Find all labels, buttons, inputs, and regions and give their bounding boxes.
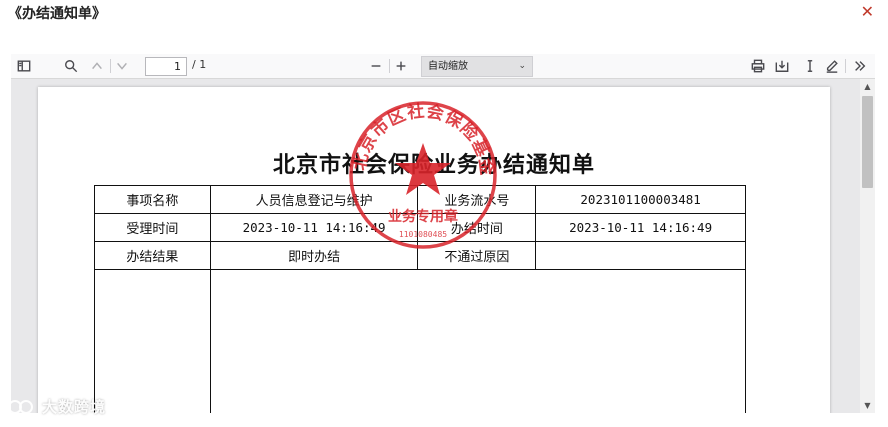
minus-icon[interactable] [367, 57, 385, 75]
scroll-up-icon[interactable]: ▲ [860, 79, 875, 94]
table-cell-label: 不通过原因 [417, 241, 537, 270]
table-cell-empty [209, 269, 747, 413]
table-cell-value: 2023-10-11 14:16:49 [535, 213, 746, 242]
table-cell-value [535, 241, 746, 270]
plus-icon[interactable] [392, 57, 410, 75]
chevron-down-icon[interactable] [113, 57, 131, 75]
zoom-select[interactable]: 自动缩放 ⌄ [421, 56, 533, 77]
dialog-title: 《办结通知单》 [8, 6, 106, 22]
watermark-logo-icon [8, 399, 33, 414]
zoom-value: 自动缩放 [428, 61, 468, 72]
pdf-viewer[interactable]: 北京市社会保险业务办结通知单 事项名称 人员信息登记与维护 业务流水号 2023… [11, 79, 860, 413]
print-icon[interactable] [749, 57, 767, 75]
toolbar-divider [389, 59, 390, 73]
table-cell-label: 事项名称 [94, 185, 211, 214]
search-icon[interactable] [62, 57, 80, 75]
table-cell-label: 受理时间 [94, 213, 211, 242]
sidebar-toggle-icon[interactable] [15, 57, 33, 75]
pen-icon[interactable] [823, 57, 841, 75]
page-number-input[interactable]: 1 [145, 57, 187, 76]
download-icon[interactable] [773, 57, 791, 75]
table-cell-label: 办结结果 [94, 241, 211, 270]
toolbar-divider [110, 59, 111, 73]
close-icon[interactable]: ✕ [861, 2, 874, 22]
table-cell-value: 人员信息登记与维护 [209, 185, 419, 214]
table-row: 受理时间 2023-10-11 14:16:49 办结时间 2023-10-11… [94, 213, 746, 242]
document-title: 北京市社会保险业务办结通知单 [272, 152, 595, 178]
double-chevron-right-icon[interactable] [851, 57, 869, 75]
table-cell-label: 办结时间 [417, 213, 537, 242]
toolbar-divider [845, 59, 846, 73]
page-total: / 1 [192, 58, 207, 71]
table-row: 办结结果 即时办结 不通过原因 [94, 241, 746, 270]
table-cell-label: 业务流水号 [417, 185, 537, 214]
chevron-down-icon: ⌄ [518, 61, 526, 71]
table-row-reason-detail [94, 269, 747, 413]
text-cursor-icon[interactable] [801, 57, 819, 75]
chevron-up-icon[interactable] [88, 57, 106, 75]
dialog-header: 《办结通知单》 ✕ [0, 0, 888, 28]
notice-table: 事项名称 人员信息登记与维护 业务流水号 2023101100003481 受理… [94, 185, 747, 413]
table-cell-value: 2023-10-11 14:16:49 [209, 213, 419, 242]
scroll-down-icon[interactable]: ▼ [860, 398, 875, 413]
vertical-scrollbar[interactable]: ▲ ▼ [860, 79, 875, 413]
pdf-page: 北京市社会保险业务办结通知单 事项名称 人员信息登记与维护 业务流水号 2023… [38, 87, 830, 413]
table-row: 事项名称 人员信息登记与维护 业务流水号 2023101100003481 [94, 185, 746, 214]
watermark: 大数跨境 [8, 396, 106, 417]
table-cell-value: 即时办结 [209, 241, 419, 270]
watermark-text: 大数跨境 [42, 398, 107, 416]
table-cell-value: 2023101100003481 [535, 185, 746, 214]
scrollbar-thumb[interactable] [862, 96, 873, 188]
table-cell-empty [94, 269, 211, 413]
pdf-toolbar: 1 / 1 自动缩放 ⌄ [11, 54, 875, 79]
